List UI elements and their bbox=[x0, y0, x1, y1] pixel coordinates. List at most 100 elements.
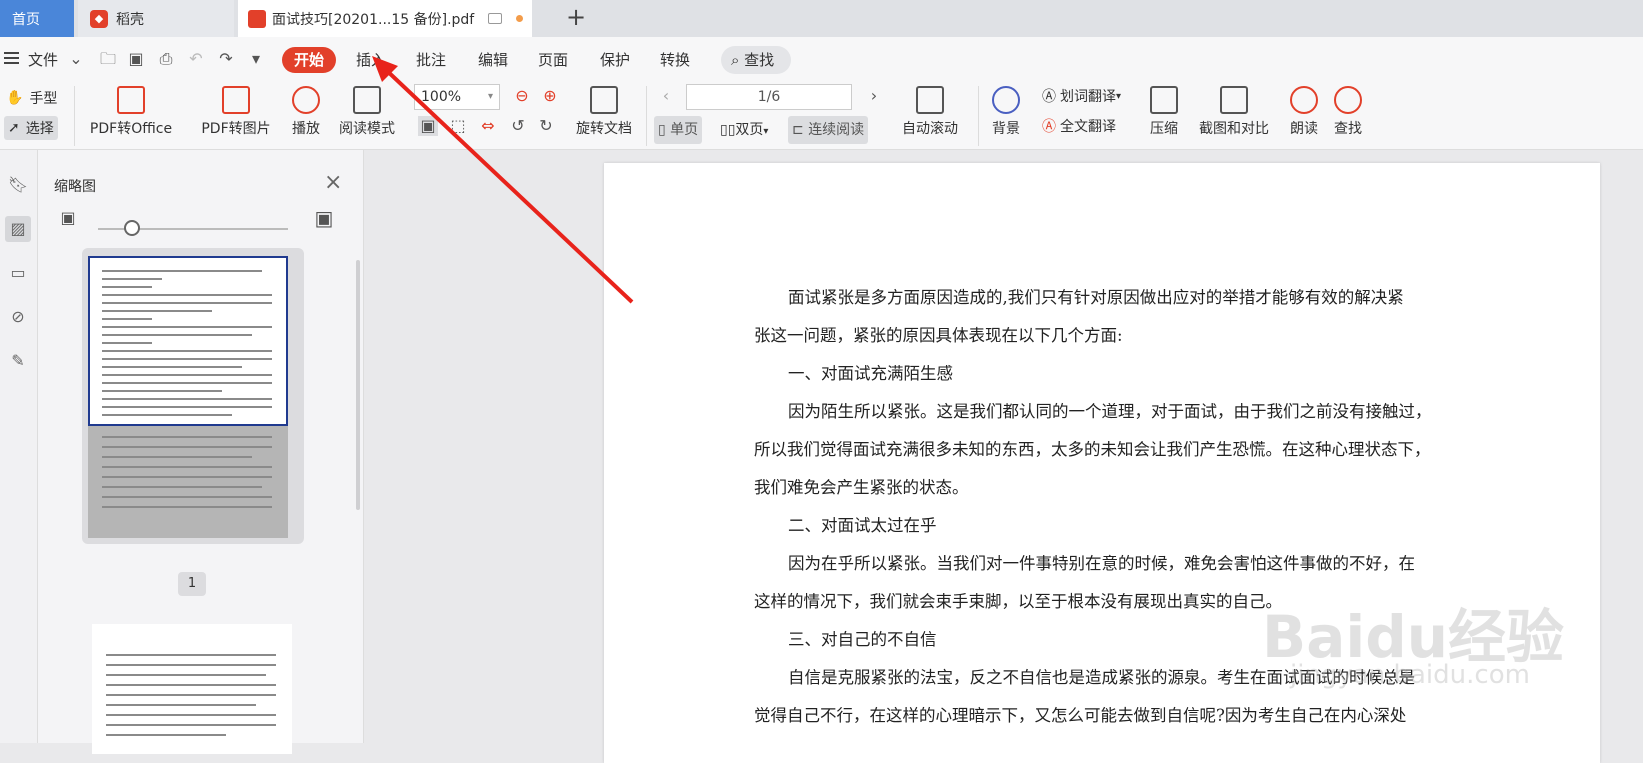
text-line bbox=[102, 476, 272, 478]
text-line bbox=[102, 326, 272, 328]
pdf-to-office-label: PDF转Office bbox=[89, 121, 173, 137]
full-translate-button[interactable]: Ⓐ 全文翻译 bbox=[1042, 116, 1116, 136]
text-line bbox=[102, 406, 272, 408]
pdf-to-image-button[interactable]: PDF转图片 bbox=[196, 86, 276, 138]
full-translate-icon: Ⓐ bbox=[1042, 119, 1056, 135]
signature-icon[interactable]: ✎ bbox=[5, 348, 31, 374]
new-tab-plus-icon[interactable]: + bbox=[564, 5, 588, 30]
compress-button[interactable]: 压缩 bbox=[1146, 86, 1182, 138]
select-tool[interactable]: ➚ 选择 bbox=[4, 116, 58, 140]
fit-page-icon[interactable]: ⬚ bbox=[448, 116, 468, 136]
hand-icon: ✋ bbox=[6, 90, 24, 106]
continuous-icon: ⊏ bbox=[792, 122, 809, 138]
slider-handle[interactable] bbox=[124, 220, 140, 236]
actual-size-icon[interactable]: ▣ bbox=[418, 116, 438, 136]
small-image-icon[interactable]: ▣ bbox=[58, 208, 78, 228]
menu-bar: 文件 ⌄ 🗀 ▣ ⎙ ↶ ↷ ▾ 开始 插入 批注 编辑 页面 保护 转换 ⌕ … bbox=[0, 37, 1643, 82]
thumbnail-scrollbar[interactable] bbox=[356, 260, 360, 510]
menu-edit[interactable]: 编辑 bbox=[478, 49, 508, 70]
tab-pdf-document[interactable]: 面试技巧[20201...15 备份].pdf bbox=[238, 0, 532, 37]
rotate-document-label: 旋转文档 bbox=[576, 121, 632, 137]
word-translate-button[interactable]: Ⓐ 划词翻译 ▾ bbox=[1042, 86, 1121, 106]
rotate-right-icon[interactable]: ↻ bbox=[536, 116, 556, 136]
large-image-icon[interactable]: ▣ bbox=[314, 208, 334, 228]
undo-icon[interactable]: ↶ bbox=[186, 49, 206, 69]
zoom-select[interactable]: 100% ▾ bbox=[414, 84, 500, 110]
thumbnail-page-number: 1 bbox=[178, 572, 206, 596]
divider bbox=[74, 86, 75, 146]
attachment-icon[interactable]: ⊘ bbox=[5, 304, 31, 330]
zoom-out-icon[interactable]: ⊖ bbox=[512, 86, 532, 106]
unsaved-dot-icon bbox=[516, 15, 524, 22]
screen-icon[interactable] bbox=[488, 13, 503, 24]
doc-line: 张这一问题，紧张的原因具体表现在以下几个方面: bbox=[754, 326, 1123, 345]
zoom-in-icon[interactable]: ⊕ bbox=[540, 86, 560, 106]
prev-page-icon[interactable]: ‹ bbox=[656, 86, 676, 106]
translate-icon: Ⓐ bbox=[1042, 89, 1056, 105]
next-page-icon[interactable]: › bbox=[864, 86, 884, 106]
menu-file[interactable]: 文件 bbox=[28, 49, 58, 70]
pdf-to-office-button[interactable]: PDF转Office bbox=[86, 86, 176, 138]
print-icon[interactable]: ⎙ bbox=[156, 49, 176, 69]
text-line bbox=[102, 436, 272, 438]
search-icon: ⌕ bbox=[731, 51, 745, 69]
fit-width-icon[interactable]: ⇔ bbox=[478, 116, 498, 136]
redo-icon[interactable]: ↷ bbox=[216, 49, 236, 69]
read-aloud-button[interactable]: 朗读 bbox=[1286, 86, 1322, 138]
thumbnail-panel-title: 缩略图 bbox=[54, 179, 96, 195]
single-page-icon: ▯ bbox=[658, 122, 671, 138]
thumbnail-page-2[interactable] bbox=[92, 624, 292, 754]
thumbnail-page-1[interactable] bbox=[88, 256, 288, 538]
doc-line: 面试紧张是多方面原因造成的,我们只有针对原因做出应对的举措才能够有效的解决紧 bbox=[788, 288, 1404, 307]
read-mode-button[interactable]: 阅读模式 bbox=[334, 86, 400, 138]
doc-line: 我们难免会产生紧张的状态。 bbox=[754, 478, 969, 497]
rotate-document-icon bbox=[590, 86, 618, 114]
menu-convert[interactable]: 转换 bbox=[660, 49, 690, 70]
bookmark-icon[interactable]: 🔖︎ bbox=[5, 172, 31, 198]
pdf-to-office-icon bbox=[117, 86, 145, 114]
play-button[interactable]: 播放 bbox=[286, 86, 326, 138]
tab-home-label: 首页 bbox=[12, 11, 40, 28]
single-page-label: 单页 bbox=[670, 122, 699, 138]
tab-home[interactable]: 首页 bbox=[0, 0, 74, 37]
screenshot-compare-button[interactable]: 截图和对比 bbox=[1194, 86, 1274, 138]
menu-search[interactable]: ⌕ 查找 bbox=[721, 46, 791, 74]
left-icon-rail: 🔖︎ ▨ ▭ ⊘ ✎ bbox=[0, 150, 38, 743]
daoke-logo-icon: ◆ bbox=[90, 9, 108, 28]
close-icon[interactable]: × bbox=[324, 170, 342, 195]
text-line bbox=[102, 286, 152, 288]
read-aloud-icon bbox=[1290, 86, 1318, 114]
double-page-icon: ▯▯ bbox=[720, 122, 736, 138]
menu-protect[interactable]: 保护 bbox=[600, 49, 630, 70]
quick-access-dropdown-icon[interactable]: ▾ bbox=[246, 49, 266, 69]
hamburger-menu-icon[interactable] bbox=[4, 52, 19, 64]
doc-line: 因为在乎所以紧张。当我们对一件事特别在意的时候，难免会害怕这件事做的不好，在 bbox=[788, 554, 1415, 573]
open-folder-icon[interactable]: 🗀 bbox=[98, 49, 118, 69]
background-button[interactable]: 背景 bbox=[986, 86, 1026, 138]
comment-icon[interactable]: ▭ bbox=[5, 260, 31, 286]
rotate-document-button[interactable]: 旋转文档 bbox=[572, 86, 636, 138]
text-line bbox=[102, 466, 272, 468]
tab-daoke[interactable]: ◆ 稻壳 bbox=[78, 0, 234, 37]
text-line bbox=[102, 496, 272, 498]
auto-scroll-button[interactable]: 自动滚动 bbox=[894, 86, 966, 138]
continuous-read-button[interactable]: ⊏ 连续阅读 bbox=[788, 116, 869, 144]
menu-page[interactable]: 页面 bbox=[538, 49, 568, 70]
page-number-input[interactable]: 1/6 bbox=[686, 84, 852, 110]
single-page-button[interactable]: ▯ 单页 bbox=[654, 116, 703, 144]
double-page-button[interactable]: ▯▯双页▾ bbox=[716, 116, 772, 144]
text-line bbox=[106, 714, 276, 716]
chevron-down-icon[interactable]: ⌄ bbox=[66, 49, 86, 69]
save-icon[interactable]: ▣ bbox=[126, 49, 146, 69]
find-button[interactable]: 查找 bbox=[1330, 86, 1366, 138]
menu-insert[interactable]: 插入 bbox=[356, 49, 386, 70]
visible-area-highlight bbox=[88, 256, 288, 426]
text-line bbox=[102, 374, 272, 376]
word-translate-label: 划词翻译 bbox=[1060, 89, 1116, 105]
hand-tool[interactable]: ✋ 手型 bbox=[6, 88, 57, 108]
text-line bbox=[102, 358, 272, 360]
rotate-left-icon[interactable]: ↺ bbox=[508, 116, 528, 136]
menu-annotate[interactable]: 批注 bbox=[416, 49, 446, 70]
thumbnail-icon[interactable]: ▨ bbox=[5, 216, 31, 242]
menu-start[interactable]: 开始 bbox=[282, 47, 336, 73]
